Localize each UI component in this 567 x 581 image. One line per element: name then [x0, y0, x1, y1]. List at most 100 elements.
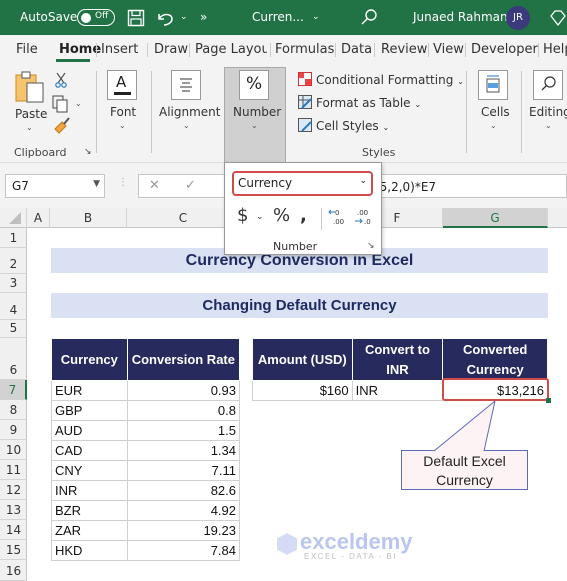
- rate-cell[interactable]: 0.93: [126, 380, 241, 401]
- number-button[interactable]: %: [239, 70, 269, 100]
- enter-icon[interactable]: ✓: [185, 178, 196, 193]
- currency-cell[interactable]: EUR: [51, 380, 128, 401]
- tab-view[interactable]: View: [433, 42, 464, 57]
- diamond-icon[interactable]: [548, 9, 566, 27]
- number-format-launcher-icon[interactable]: ↘: [367, 241, 375, 251]
- avatar[interactable]: JR: [506, 6, 530, 30]
- comma-style-icon[interactable]: ,: [300, 205, 307, 226]
- number-format-select[interactable]: Currency ⌄: [232, 171, 373, 196]
- percent-style-icon[interactable]: %: [273, 205, 290, 226]
- conditional-formatting-button[interactable]: Conditional Formatting ⌄: [298, 72, 464, 87]
- currency-cell[interactable]: BZR: [51, 500, 128, 521]
- currency-cell[interactable]: AUD: [51, 420, 128, 441]
- formula-bar-grip-icon[interactable]: ⋮: [118, 177, 128, 188]
- row-header[interactable]: 3: [0, 274, 27, 293]
- editing-button[interactable]: [533, 70, 563, 100]
- tab-formulas[interactable]: Formulas: [275, 42, 334, 57]
- paste-icon[interactable]: [14, 70, 46, 104]
- rate-cell[interactable]: 0.8: [126, 400, 241, 421]
- accounting-dropdown-icon[interactable]: ⌄: [256, 212, 264, 222]
- cells-label[interactable]: Cells: [481, 105, 510, 119]
- rate-cell[interactable]: 82.6: [126, 480, 241, 501]
- row-header[interactable]: 1: [0, 228, 27, 248]
- rate-cell[interactable]: 7.84: [126, 540, 241, 561]
- rate-cell[interactable]: 7.11: [126, 460, 241, 481]
- column-header-b[interactable]: B: [50, 208, 127, 228]
- column-header-a[interactable]: A: [27, 208, 50, 228]
- alignment-button[interactable]: [171, 70, 201, 100]
- row-header[interactable]: 13: [0, 500, 27, 520]
- rate-cell[interactable]: 1.34: [126, 440, 241, 461]
- currency-cell[interactable]: ZAR: [51, 520, 128, 541]
- copy-dropdown-icon[interactable]: ⌄: [75, 99, 82, 108]
- row-header[interactable]: 6: [0, 338, 27, 380]
- cancel-icon[interactable]: ✕: [149, 178, 160, 193]
- cells-dropdown-icon[interactable]: ⌄: [490, 121, 497, 130]
- row-header[interactable]: 8: [0, 400, 27, 420]
- autosave-toggle[interactable]: Off: [77, 9, 115, 26]
- file-name-chevron-icon[interactable]: ⌄: [312, 12, 320, 22]
- row-header[interactable]: 2: [0, 248, 27, 274]
- tab-page-layout[interactable]: Page Layout: [195, 42, 267, 57]
- number-dropdown-icon[interactable]: ⌄: [251, 121, 258, 130]
- row-header[interactable]: 5: [0, 320, 27, 338]
- more-commands-icon[interactable]: »: [200, 10, 207, 24]
- row-header[interactable]: 14: [0, 520, 27, 540]
- font-dropdown-icon[interactable]: ⌄: [119, 121, 126, 130]
- row-header[interactable]: 16: [0, 560, 27, 581]
- paste-dropdown-icon[interactable]: ⌄: [26, 123, 33, 132]
- conversion-header-amount[interactable]: Amount (USD): [252, 338, 353, 381]
- row-header[interactable]: 12: [0, 480, 27, 500]
- format-as-table-button[interactable]: Format as Table ⌄: [298, 95, 421, 110]
- convert-to-cell[interactable]: INR: [351, 380, 444, 401]
- row-header[interactable]: 7: [0, 380, 27, 400]
- number-label[interactable]: Number: [233, 105, 281, 119]
- tab-draw[interactable]: Draw: [154, 42, 188, 57]
- row-header[interactable]: 9: [0, 420, 27, 440]
- clipboard-launcher-icon[interactable]: ↘: [84, 147, 92, 157]
- increase-decimal-icon[interactable]: 0 .00: [328, 206, 348, 228]
- alignment-dropdown-icon[interactable]: ⌄: [183, 121, 190, 130]
- conversion-header-convert-to[interactable]: Convert to INR: [351, 338, 444, 381]
- tab-developer[interactable]: Developer: [471, 42, 538, 57]
- tab-review[interactable]: Review: [381, 42, 427, 57]
- editing-dropdown-icon[interactable]: ⌄: [545, 121, 552, 130]
- currency-cell[interactable]: HKD: [51, 540, 128, 561]
- rates-header-rate[interactable]: Conversion Rate: [126, 338, 241, 381]
- row-header[interactable]: 10: [0, 440, 27, 460]
- paste-label[interactable]: Paste: [15, 107, 47, 121]
- save-icon[interactable]: [127, 9, 145, 27]
- select-all-button[interactable]: [0, 208, 27, 228]
- search-icon[interactable]: [360, 8, 378, 26]
- row-header[interactable]: 4: [0, 293, 27, 320]
- tab-home[interactable]: Home: [59, 42, 101, 57]
- copy-icon[interactable]: [52, 95, 70, 113]
- cells-button[interactable]: [478, 70, 508, 100]
- currency-cell[interactable]: GBP: [51, 400, 128, 421]
- name-box-dropdown-icon[interactable]: ▼: [93, 179, 100, 189]
- conversion-header-converted[interactable]: Converted Currency: [442, 338, 548, 381]
- tab-data[interactable]: Data: [341, 42, 372, 57]
- row-header[interactable]: 11: [0, 460, 27, 480]
- accounting-format-icon[interactable]: $: [237, 205, 248, 226]
- cell-styles-button[interactable]: Cell Styles ⌄: [298, 118, 389, 133]
- tab-file[interactable]: File: [16, 42, 38, 57]
- font-label[interactable]: Font: [110, 105, 136, 119]
- rates-header-currency[interactable]: Currency: [51, 338, 128, 381]
- font-button[interactable]: A: [107, 70, 137, 100]
- amount-cell[interactable]: $160: [252, 380, 353, 401]
- currency-cell[interactable]: INR: [51, 480, 128, 501]
- currency-cell[interactable]: CAD: [51, 440, 128, 461]
- name-box[interactable]: G7 ▼: [5, 174, 105, 198]
- tab-help[interactable]: Help: [543, 42, 567, 57]
- alignment-label[interactable]: Alignment: [159, 105, 220, 119]
- tab-insert[interactable]: Insert: [101, 42, 138, 57]
- currency-cell[interactable]: CNY: [51, 460, 128, 481]
- format-painter-icon[interactable]: [53, 117, 70, 134]
- cut-icon[interactable]: [55, 72, 67, 88]
- sheet-subtitle[interactable]: Changing Default Currency: [51, 293, 548, 318]
- rate-cell[interactable]: 4.92: [126, 500, 241, 521]
- column-header-g[interactable]: G: [443, 208, 548, 228]
- rate-cell[interactable]: 1.5: [126, 420, 241, 441]
- rate-cell[interactable]: 19.23: [126, 520, 241, 541]
